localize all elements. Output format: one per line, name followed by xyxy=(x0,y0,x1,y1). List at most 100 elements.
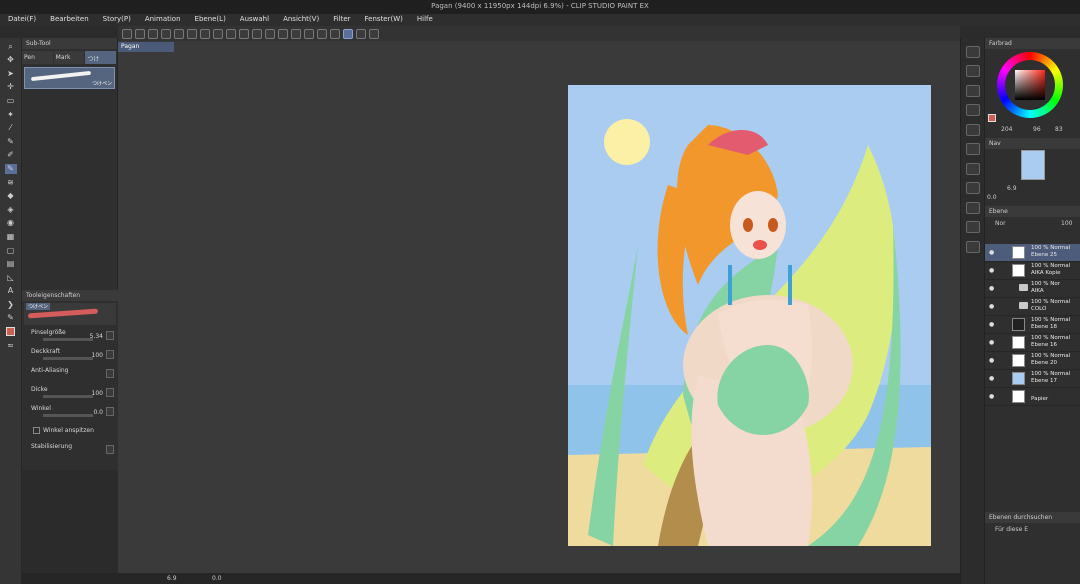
angle-slider[interactable] xyxy=(43,414,93,417)
rotation-value[interactable]: 0.0 xyxy=(212,575,222,582)
export-icon[interactable] xyxy=(187,28,197,39)
layer-row[interactable]: ● Papier xyxy=(985,388,1080,406)
brush-size-row[interactable]: Pinselgröße 5.34 xyxy=(25,327,115,346)
new-file-icon[interactable] xyxy=(135,28,145,39)
eye-icon[interactable]: ● xyxy=(989,285,994,292)
menu-story[interactable]: Story(P) xyxy=(95,14,137,26)
navigator-zoom-value[interactable]: 6.9 xyxy=(1007,185,1017,192)
angle-value[interactable]: 0.0 xyxy=(93,409,103,416)
redo-icon[interactable] xyxy=(226,28,236,39)
eye-icon[interactable]: ● xyxy=(989,375,994,382)
eyedropper-tool-icon[interactable]: ⁄ xyxy=(5,123,17,133)
scale-icon[interactable] xyxy=(291,28,301,39)
fill-tool-icon[interactable]: ◉ xyxy=(5,218,17,228)
brush-card[interactable]: つけペン xyxy=(24,67,115,89)
select-all-icon[interactable] xyxy=(317,28,327,39)
eye-icon[interactable]: ● xyxy=(989,303,994,310)
menu-window[interactable]: Fenster(W) xyxy=(357,14,409,26)
export-alt-icon[interactable] xyxy=(200,28,210,39)
figure-tool-icon[interactable]: ▢ xyxy=(5,246,17,256)
undo-icon[interactable] xyxy=(213,28,223,39)
special-ruler-snap-icon[interactable] xyxy=(343,28,353,39)
blend-tool-icon[interactable]: ◈ xyxy=(5,205,17,215)
anti-aliasing-row[interactable]: Anti-Aliasing xyxy=(25,365,115,384)
move-tool-icon[interactable]: ✥ xyxy=(5,55,17,65)
menu-filter[interactable]: Filter xyxy=(325,14,356,26)
blend-mode-select[interactable]: Nor xyxy=(995,220,1006,227)
thickness-button[interactable] xyxy=(106,388,114,397)
settings-icon[interactable] xyxy=(369,28,379,39)
document-tab[interactable]: Pagan xyxy=(118,42,174,52)
anti-aliasing-dropdown[interactable] xyxy=(106,369,114,378)
pen-tool-icon[interactable]: ✎ xyxy=(5,137,17,147)
panel-toggle-icon-4[interactable] xyxy=(965,104,980,116)
tab-tsuke[interactable]: つけ xyxy=(85,51,117,64)
transform-icon[interactable] xyxy=(278,28,288,39)
panel-toggle-icon-10[interactable] xyxy=(965,221,980,233)
taper-angle-row[interactable]: Winkel anspitzen xyxy=(25,422,115,441)
menu-animation[interactable]: Animation xyxy=(137,14,187,26)
main-color-swatch[interactable] xyxy=(5,327,17,337)
panel-toggle-icon-3[interactable] xyxy=(965,84,980,97)
artwork-canvas[interactable] xyxy=(568,85,931,546)
panel-toggle-icon-9[interactable] xyxy=(965,201,980,214)
layer-row[interactable]: ● 100 % Normal COLO xyxy=(985,298,1080,316)
correct-line-tool-icon[interactable]: ✎ xyxy=(5,313,17,323)
save-icon[interactable] xyxy=(161,28,171,39)
search-layers-filter[interactable]: Für diese E xyxy=(995,526,1028,533)
opacity-button[interactable] xyxy=(106,350,114,359)
brush-size-value[interactable]: 5.34 xyxy=(90,333,103,340)
eye-icon[interactable]: ● xyxy=(989,339,994,346)
pencil-tool-icon[interactable]: ✐ xyxy=(5,150,17,160)
text-tool-icon[interactable]: A xyxy=(5,286,17,296)
deselect-icon[interactable] xyxy=(304,28,314,39)
menu-layer[interactable]: Ebene(L) xyxy=(187,14,232,26)
layer-opacity-value[interactable]: 100 xyxy=(1061,220,1072,227)
menu-edit[interactable]: Bearbeiten xyxy=(42,14,94,26)
thickness-slider[interactable] xyxy=(43,395,93,398)
main-color-chip[interactable] xyxy=(988,114,996,122)
open-file-icon[interactable] xyxy=(148,28,158,39)
taper-angle-checkbox[interactable] xyxy=(33,427,40,434)
airbrush-tool-icon[interactable]: ≋ xyxy=(5,178,17,188)
thickness-value[interactable]: 100 xyxy=(92,390,103,397)
balloon-tool-icon[interactable]: ❯ xyxy=(5,300,17,310)
zoom-value[interactable]: 6.9 xyxy=(167,575,177,582)
layer-row[interactable]: ● 100 % Normal Ebene 17 xyxy=(985,370,1080,388)
selection-tool-icon[interactable]: ▭ xyxy=(5,96,17,106)
print-icon[interactable] xyxy=(174,28,184,39)
panel-toggle-icon-7[interactable] xyxy=(965,162,980,175)
thickness-row[interactable]: Dicke 100 xyxy=(25,384,115,403)
layer-row[interactable]: ● 100 % Normal Ebene 20 xyxy=(985,352,1080,370)
auto-select-tool-icon[interactable]: ✦ xyxy=(5,110,17,120)
menu-help[interactable]: Hilfe xyxy=(409,14,439,26)
panel-toggle-icon-1[interactable] xyxy=(965,45,980,58)
layer-row[interactable]: ● 100 % Nor AIKA xyxy=(985,280,1080,298)
clip-studio-icon[interactable] xyxy=(122,28,132,39)
eye-icon[interactable]: ● xyxy=(989,267,994,274)
brush-size-button[interactable] xyxy=(106,331,114,340)
panel-toggle-icon-6[interactable] xyxy=(965,143,980,155)
layer-row[interactable]: ● 100 % Normal Ebene 25 xyxy=(985,244,1080,262)
tab-marker[interactable]: Mark xyxy=(53,51,85,64)
opacity-slider[interactable] xyxy=(43,357,93,360)
move-layer-tool-icon[interactable]: ✛ xyxy=(5,82,17,92)
eye-icon[interactable]: ● xyxy=(989,357,994,364)
eraser-tool-icon[interactable]: ◆ xyxy=(5,191,17,201)
panel-toggle-icon-11[interactable] xyxy=(965,240,980,253)
navigator-thumbnail[interactable] xyxy=(1021,150,1045,180)
eye-icon[interactable]: ● xyxy=(989,393,994,400)
tab-pen[interactable]: Pen xyxy=(22,51,53,64)
navigator-rotation-value[interactable]: 0.0 xyxy=(987,194,997,201)
brush-size-slider[interactable] xyxy=(43,338,93,341)
clear-icon[interactable] xyxy=(252,28,262,39)
menu-file[interactable]: Datei(F) xyxy=(0,14,42,26)
menu-selection[interactable]: Auswahl xyxy=(232,14,275,26)
zoom-tool-icon[interactable]: ⌕ xyxy=(5,42,17,52)
opacity-value[interactable]: 100 xyxy=(92,352,103,359)
brush-tool-icon[interactable]: ✎ xyxy=(4,163,17,174)
ruler-tool-icon[interactable]: ◺ xyxy=(5,273,17,283)
menu-view[interactable]: Ansicht(V) xyxy=(275,14,325,26)
eye-icon[interactable]: ● xyxy=(989,249,994,256)
angle-row[interactable]: Winkel 0.0 xyxy=(25,403,115,422)
